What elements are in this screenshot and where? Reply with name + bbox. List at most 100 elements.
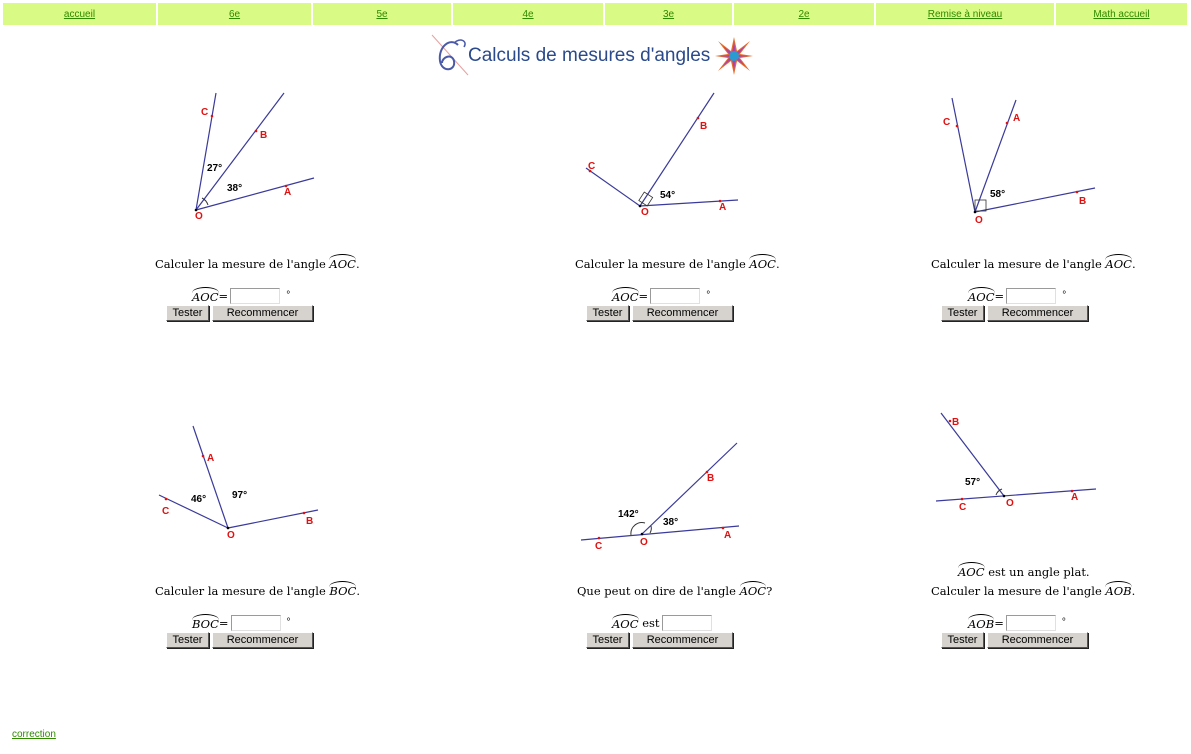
exercise-2-figure: C B A O 54°	[585, 92, 739, 218]
test-button[interactable]: Tester	[941, 305, 984, 321]
question-text: Calculer la mesure de l'angle	[931, 257, 1102, 271]
nav-link-4e[interactable]: 4e	[522, 9, 533, 20]
restart-button[interactable]: Recommencer	[987, 632, 1088, 648]
angle-name: BOC	[329, 581, 356, 598]
point-b-label: B	[1079, 196, 1086, 207]
point-c-label: C	[943, 117, 950, 128]
exercise-6-buttons: Tester Recommencer	[941, 632, 1088, 648]
restart-button[interactable]: Recommencer	[987, 305, 1088, 321]
angle-value-label: 58°	[990, 189, 1005, 200]
page-title: Calculs de mesures d'angles	[468, 45, 711, 66]
restart-button[interactable]: Recommencer	[212, 632, 313, 648]
test-button[interactable]: Tester	[166, 305, 209, 321]
exercise-4-buttons: Tester Recommencer	[166, 632, 313, 648]
test-button[interactable]: Tester	[941, 632, 984, 648]
question-text: Calculer la mesure de l'angle	[575, 257, 746, 271]
question-text: Calculer la mesure de l'angle	[155, 584, 326, 598]
point-a-label: A	[724, 530, 731, 541]
answer-separator: est	[642, 615, 660, 630]
answer-input[interactable]	[230, 614, 281, 631]
point-o-label: O	[195, 211, 203, 222]
nav-link-remise-a-niveau[interactable]: Remise à niveau	[928, 9, 1002, 20]
restart-button[interactable]: Recommencer	[632, 632, 733, 648]
exercise-6-note: AOC est un angle plat.	[958, 562, 1090, 579]
nav-cell: Math accueil	[1056, 3, 1187, 25]
angle-value-label: 46°	[191, 494, 206, 505]
point-b-label: B	[700, 121, 707, 132]
nav-link-5e[interactable]: 5e	[376, 9, 387, 20]
question-punctuation: .	[356, 584, 360, 598]
correction-link[interactable]: correction	[12, 729, 56, 740]
angle-name: AOB	[1105, 581, 1132, 598]
answer-angle-name: AOC	[968, 287, 995, 304]
nav-link-3e[interactable]: 3e	[663, 9, 674, 20]
answer-separator: =	[994, 288, 1005, 303]
nav-cell: accueil	[3, 3, 158, 25]
nav-cell: 6e	[158, 3, 313, 25]
page-header: Calculs de mesures d'angles	[428, 33, 754, 79]
answer-separator: =	[218, 288, 229, 303]
question-punctuation: ?	[766, 584, 773, 598]
test-button[interactable]: Tester	[586, 632, 629, 648]
answer-input[interactable]	[230, 287, 281, 304]
exercise-3-buttons: Tester Recommencer	[941, 305, 1088, 321]
point-o-label: O	[640, 537, 648, 548]
angle-name: AOC	[329, 254, 356, 271]
answer-input[interactable]	[1006, 287, 1057, 304]
point-a-label: A	[284, 187, 291, 198]
point-o-label: O	[227, 530, 235, 541]
point-c-label: C	[959, 502, 966, 513]
nav-link-2e[interactable]: 2e	[798, 9, 809, 20]
exercise-6-answer-row: AOB = °	[968, 614, 1066, 631]
exercise-3-figure: C A B O 58°	[943, 97, 1096, 226]
answer-input[interactable]	[661, 614, 712, 631]
exercise-5-figure: B C A O 142° 38°	[580, 442, 740, 552]
answer-angle-name: AOC	[612, 614, 639, 631]
restart-button[interactable]: Recommencer	[632, 305, 733, 321]
test-button[interactable]: Tester	[586, 305, 629, 321]
answer-angle-name: AOC	[612, 287, 639, 304]
question-text: Calculer la mesure de l'angle	[155, 257, 326, 271]
nav-cell: 4e	[453, 3, 605, 25]
point-o-label: O	[641, 207, 649, 218]
point-c-label: C	[588, 161, 595, 172]
question-punctuation: .	[355, 257, 360, 271]
exercise-3-question: Calculer la mesure de l'angle AOC.	[931, 254, 1136, 271]
exercise-4-answer-row: BOC = °	[192, 614, 291, 631]
question-text: Calculer la mesure de l'angle	[931, 584, 1102, 598]
answer-separator: =	[218, 615, 229, 630]
angle-value-label: 38°	[227, 183, 242, 194]
point-a-label: A	[719, 202, 726, 213]
point-b-label: B	[952, 417, 959, 428]
nav-cell: Remise à niveau	[876, 3, 1056, 25]
degree-unit: °	[706, 290, 711, 301]
point-c-label: C	[162, 506, 169, 517]
test-button[interactable]: Tester	[166, 632, 209, 648]
exercise-6-question: Calculer la mesure de l'angle AOB.	[931, 581, 1135, 598]
6e-logo-icon	[431, 34, 469, 76]
answer-input[interactable]	[1005, 614, 1056, 631]
degree-unit: °	[1062, 290, 1067, 301]
nav-cell: 2e	[734, 3, 876, 25]
nav-link-math-accueil[interactable]: Math accueil	[1093, 9, 1149, 20]
question-punctuation: .	[1131, 257, 1136, 271]
nav-link-6e[interactable]: 6e	[229, 9, 240, 20]
question-punctuation: .	[1131, 584, 1136, 598]
note-text: est un angle plat.	[988, 565, 1090, 579]
nav-link-accueil[interactable]: accueil	[64, 9, 95, 20]
restart-button[interactable]: Recommencer	[212, 305, 313, 321]
angle-value-label: 38°	[663, 517, 678, 528]
point-c-label: C	[201, 107, 208, 118]
exercise-5-question: Que peut on dire de l'angle AOC?	[577, 581, 772, 598]
answer-separator: =	[638, 288, 649, 303]
answer-input[interactable]	[650, 287, 701, 304]
angle-name: AOC	[739, 581, 766, 598]
degree-unit: °	[1061, 617, 1066, 628]
exercise-4-figure: A C B O 46° 97°	[158, 425, 319, 541]
answer-angle-name: BOC	[192, 614, 219, 631]
angle-name: AOC	[1105, 254, 1132, 271]
exercise-5-buttons: Tester Recommencer	[586, 632, 733, 648]
point-o-label: O	[1006, 498, 1014, 509]
exercise-1-answer-row: AOC = °	[192, 287, 290, 304]
answer-separator: =	[994, 615, 1004, 630]
